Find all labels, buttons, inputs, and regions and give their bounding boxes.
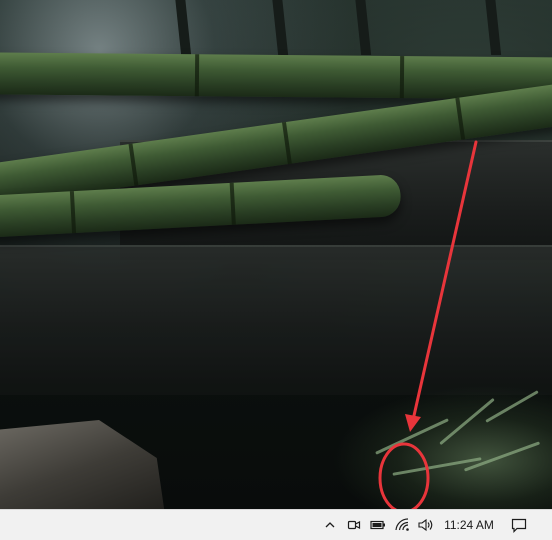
clock-time: 11:24 AM [444,518,494,532]
action-center-button[interactable] [506,510,532,540]
battery-icon [370,520,385,530]
show-hidden-icons-button[interactable] [320,510,340,540]
volume-button[interactable] [415,510,437,540]
desktop-background [0,0,552,509]
stone-block [0,245,552,395]
bamboo-pole [0,52,552,100]
fence-post [484,0,502,55]
taskbar-clock[interactable]: 11:24 AM [440,510,498,540]
fence-post [271,0,289,55]
taskbar: 11:24 AM [0,509,552,540]
chevron-up-icon [325,522,335,528]
rock [0,420,165,509]
fence-post [174,0,192,55]
battery-button[interactable] [367,510,389,540]
network-button[interactable] [392,510,414,540]
meet-now-button[interactable] [343,510,365,540]
speaker-icon [418,518,433,532]
notification-icon [511,518,527,533]
fence-post [354,0,372,55]
wifi-icon [395,518,409,531]
meet-now-icon [347,520,361,530]
fern-foliage [332,385,552,509]
